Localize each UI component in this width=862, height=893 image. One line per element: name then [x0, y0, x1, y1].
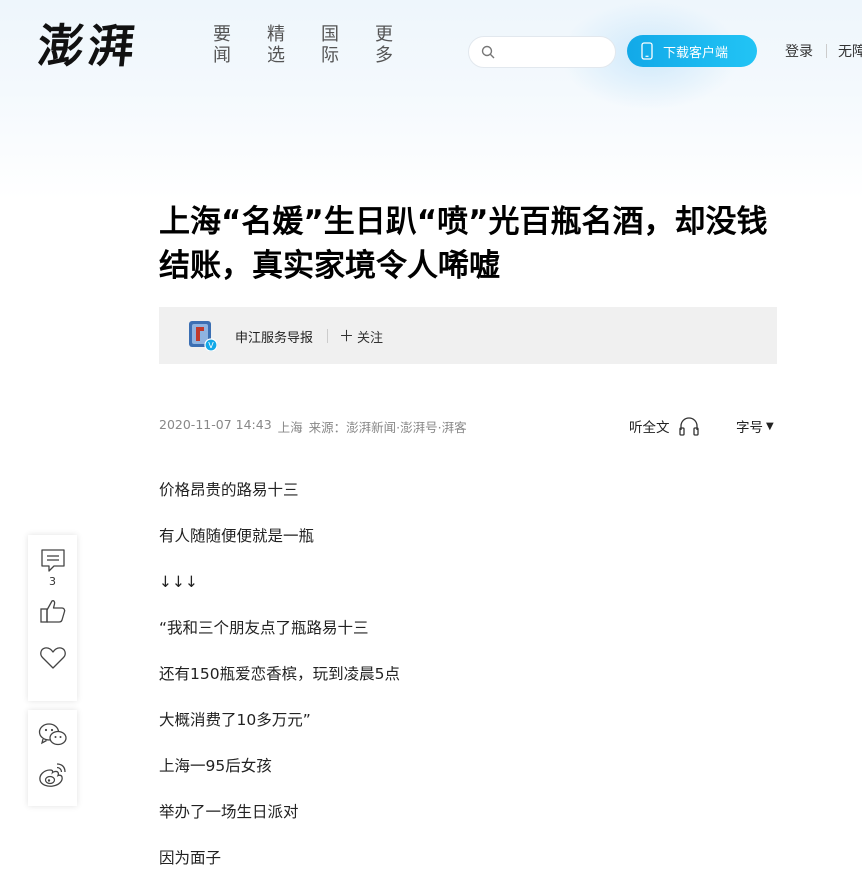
- article-paragraph: 有人随随便便就是一瓶: [159, 527, 315, 545]
- article-body: 价格昂贵的路易十三 有人随随便便就是一瓶 ↓↓↓ “我和三个朋友点了瓶路易十三 …: [159, 479, 779, 893]
- author-name[interactable]: 申江服务导报: [235, 327, 313, 346]
- verified-badge: V: [208, 341, 214, 350]
- article-paragraph: 还有150瓶爱恋香槟，玩到凌晨5点: [159, 665, 400, 683]
- comment-count: 3: [49, 575, 56, 588]
- comment-icon: [40, 549, 65, 572]
- thumbs-up-icon: [39, 600, 65, 623]
- publish-datetime: 2020-11-07 14:43: [159, 417, 272, 432]
- headphone-icon: [678, 417, 699, 436]
- search-input[interactable]: [501, 41, 609, 63]
- article-paragraph: 因为面子: [159, 849, 222, 867]
- nav-item-featured[interactable]: 精选: [266, 24, 286, 66]
- like-button[interactable]: [28, 598, 77, 624]
- article-paragraph: 举办了一场生日派对: [159, 803, 299, 821]
- header-divider: [826, 44, 827, 58]
- font-size-label: 字号: [736, 420, 763, 436]
- phone-icon: [641, 42, 653, 60]
- wechat-icon: [38, 723, 67, 746]
- weibo-icon: [38, 763, 66, 787]
- comment-button[interactable]: 3: [28, 548, 77, 588]
- author-bar: V 申江服务导报 ＋ 关注: [159, 307, 777, 364]
- share-panel: [28, 710, 77, 806]
- caret-down-icon: ▼: [766, 420, 774, 432]
- follow-label: 关注: [357, 331, 384, 346]
- side-action-panel: 3: [28, 535, 77, 701]
- nav-item-more[interactable]: 更多: [374, 24, 394, 66]
- share-weibo-button[interactable]: [28, 761, 77, 789]
- download-app-button[interactable]: 下载客户端: [627, 35, 757, 67]
- article-source: 来源：澎湃新闻·澎湃号·湃客: [308, 420, 467, 435]
- search-box[interactable]: [468, 36, 616, 68]
- favorite-button[interactable]: [28, 646, 77, 670]
- nav-item-news[interactable]: 要闻: [212, 24, 232, 66]
- heart-icon: [39, 647, 66, 669]
- author-avatar[interactable]: V: [187, 319, 217, 351]
- article-meta: 2020-11-07 14:43 上海 来源：澎湃新闻·澎湃号·湃客: [159, 417, 467, 436]
- article-paragraph: 价格昂贵的路易十三: [159, 481, 299, 499]
- follow-button[interactable]: ＋ 关注: [339, 327, 384, 347]
- plus-icon: ＋: [339, 327, 355, 345]
- article-paragraph: ↓↓↓: [159, 573, 198, 591]
- article-paragraph: “我和三个朋友点了瓶路易十三: [159, 619, 369, 637]
- share-wechat-button[interactable]: [28, 722, 77, 748]
- font-size-button[interactable]: 字号 ▼: [736, 416, 774, 436]
- article-title: 上海“名媛”生日趴“喷”光百瓶名酒，却没钱结账，真实家境令人唏嘘: [159, 204, 768, 284]
- search-icon: [481, 45, 495, 59]
- article-paragraph: 大概消费了10多万元”: [159, 711, 311, 729]
- logo-text: 澎湃: [35, 19, 141, 73]
- article-paragraph: 上海一95后女孩: [159, 757, 272, 775]
- listen-label: 听全文: [629, 420, 670, 436]
- logo[interactable]: 澎湃: [35, 14, 148, 78]
- main-nav: 要闻 精选 国际 更多: [212, 24, 394, 66]
- login-link[interactable]: 登录: [785, 41, 813, 61]
- author-divider: [327, 329, 328, 343]
- nav-item-international[interactable]: 国际: [320, 24, 340, 66]
- accessibility-link[interactable]: 无障: [838, 41, 862, 61]
- listen-button[interactable]: 听全文: [629, 416, 700, 436]
- download-app-label: 下载客户端: [663, 45, 729, 61]
- publish-location: 上海: [277, 420, 303, 435]
